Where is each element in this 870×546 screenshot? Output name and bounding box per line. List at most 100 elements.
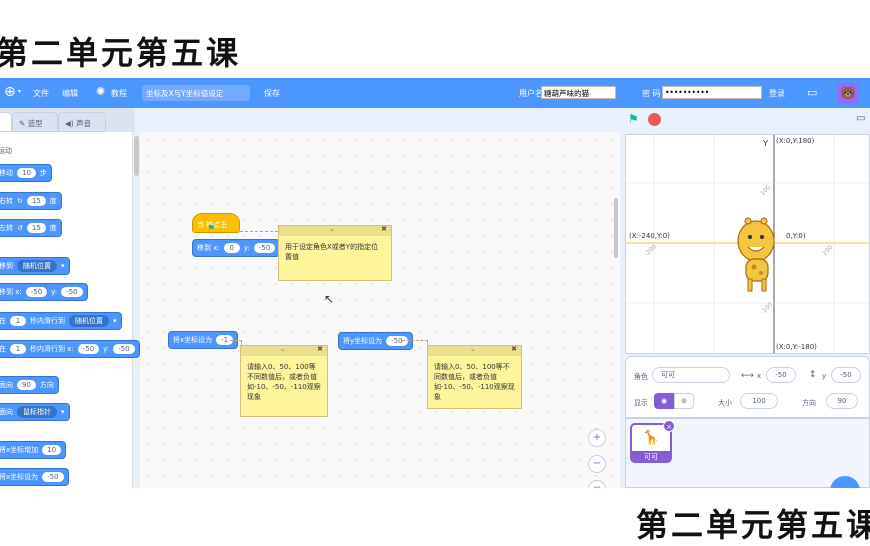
login-button[interactable]: 登录 (769, 88, 785, 99)
zoom-out-button[interactable]: − (588, 455, 606, 473)
direction-field[interactable]: 90 (826, 393, 858, 409)
block-text: 将x坐标增加 (0, 446, 39, 454)
stage[interactable]: (X:0,Y:180) Y (X:-240,Y:0) 0,Y:0) (X:0,Y… (625, 134, 870, 354)
set-x-block[interactable]: 将x坐标设为 -1 (168, 331, 239, 349)
block-text: 移到 x: (197, 244, 220, 252)
block-input[interactable]: -50 (61, 287, 83, 297)
rotate-left-icon: ↺ (17, 224, 23, 232)
block-text: 秒内滑行到 (30, 317, 65, 325)
goto-xy-block[interactable]: 移到 x: 0 y: -50 (192, 239, 281, 257)
menu-tutorial[interactable]: 教程 (111, 88, 127, 99)
size-field[interactable]: 100 (740, 393, 778, 409)
close-icon[interactable]: ✖ (381, 225, 387, 233)
stage-bottom-label: (X:0,Y:-180) (776, 343, 817, 351)
x-position-field[interactable]: -50 (766, 367, 796, 383)
stop-icon[interactable] (648, 113, 661, 126)
show-hidden-toggle[interactable]: ⊘ (674, 393, 694, 409)
menu-edit[interactable]: 编辑 (62, 88, 78, 99)
tab-code[interactable] (0, 112, 12, 132)
stage-left-label: (X:-240,Y:0) (629, 232, 670, 240)
mouse-cursor-icon: ↖ (324, 292, 335, 306)
block-input[interactable]: 0 (223, 243, 240, 253)
tab-sounds[interactable]: ◀) 声音 (58, 112, 106, 132)
block-input[interactable]: 10 (42, 445, 62, 455)
comment-note[interactable]: ⌄ ✖ 请输入0、50、100等不同数值后，或者负值如-10、-50、-110观察… (427, 345, 522, 409)
zoom-in-button[interactable]: + (588, 429, 606, 447)
block-input[interactable]: 10 (17, 168, 36, 178)
chevron-down-icon[interactable]: ⌄ (329, 225, 335, 233)
block-input[interactable]: -50 (113, 344, 135, 354)
sprite-name-field[interactable]: 可可 (652, 367, 730, 383)
note-header: ⌄ ✖ (279, 225, 391, 236)
palette-scrollbar[interactable] (134, 136, 139, 176)
palette-block-goto-xy[interactable]: 移到 x: -50 y: -50 (0, 283, 88, 301)
y-position-field[interactable]: -50 (831, 367, 861, 383)
when-flag-clicked-block[interactable]: 当 被点击 (192, 213, 240, 233)
folder-icon[interactable]: ▭ (807, 86, 817, 99)
tab-costumes[interactable]: ✎ 造型 (12, 112, 58, 132)
palette-block-goto[interactable]: 移到 随机位置 ▾ (0, 257, 70, 275)
block-text: 将x坐标设为 (173, 336, 213, 344)
palette-block-point-towards[interactable]: 面向 鼠标指针 ▾ (0, 403, 70, 421)
palette-block-glide-xy[interactable]: 在 1 秒内滑行到 x: -50 y: -50 (0, 340, 140, 358)
green-flag-icon[interactable]: ⚑ (628, 112, 639, 126)
y-label: y (822, 372, 827, 380)
delete-sprite-icon[interactable]: × (663, 420, 675, 432)
small-stage-icon[interactable]: ▭ (856, 113, 865, 124)
giraffe-eye (760, 235, 764, 239)
brush-icon: ✎ (19, 119, 26, 128)
palette-block-set-x[interactable]: 将x坐标设为 -50 (0, 468, 69, 486)
save-button[interactable]: 保存 (264, 88, 280, 99)
avatar[interactable]: 🐻 (838, 83, 858, 103)
palette-block-change-x[interactable]: 将x坐标增加 10 (0, 441, 67, 459)
note-text: 请输入0、50、100等不同数值后，或者负值如-10、-50、-110观察现象 (247, 363, 321, 401)
project-title-input[interactable]: 坐标及X与Y坐标值设定 (142, 85, 250, 101)
block-input[interactable]: -50 (253, 243, 276, 253)
show-visible-toggle[interactable]: ◉ (654, 393, 674, 409)
password-field[interactable]: •••••••••• (662, 86, 762, 99)
block-input[interactable]: 15 (26, 196, 46, 206)
palette-block-turn-right[interactable]: 右转 ↻ 15 度 (0, 192, 62, 210)
sprite-thumbnail[interactable]: 🦒 可可 × (630, 420, 675, 463)
block-palette: 运动 移动 10 步 右转 ↻ 15 度 左转 ↺ 15 度 移到 随机位置 ▾ 移到 x: -50 y… (0, 132, 140, 488)
block-dropdown[interactable]: 鼠标指针 (17, 406, 57, 418)
username-label: 用户名 (519, 89, 543, 98)
block-input[interactable]: 1 (10, 344, 26, 354)
giraffe-body (745, 258, 769, 282)
palette-block-glide-to[interactable]: 在 1 秒内滑行到 随机位置 ▾ (0, 312, 122, 330)
block-text: 将y坐标设为 (343, 337, 383, 345)
globe-icon[interactable]: ⊕ (4, 84, 16, 100)
rotate-right-icon: ↻ (17, 197, 23, 205)
chevron-down-icon[interactable]: ⌄ (470, 345, 476, 353)
code-workspace[interactable] (140, 132, 620, 488)
chevron-down-icon: ▾ (61, 262, 65, 270)
block-dropdown[interactable]: 随机位置 (69, 315, 109, 327)
block-input[interactable]: 90 (17, 380, 36, 390)
menu-file[interactable]: 文件 (33, 88, 49, 99)
block-input[interactable]: 15 (26, 223, 46, 233)
block-input[interactable]: -50 (42, 472, 64, 482)
block-text: 在 (0, 317, 6, 325)
giraffe-head (737, 220, 775, 262)
password-label: 密 码 (642, 89, 661, 98)
palette-block-turn-left[interactable]: 左转 ↺ 15 度 (0, 219, 62, 237)
giraffe-spot (751, 264, 757, 270)
giraffe-sprite[interactable] (726, 213, 786, 295)
menu-bar: ⊕ ▾ 文件 编辑 ✺ 教程 坐标及X与Y坐标值设定 保存 用户名 糖葫芦味的猫… (0, 78, 870, 108)
palette-block-point-direction[interactable]: 面向 90 方向 (0, 376, 59, 394)
username-field[interactable]: 糖葫芦味的猫 (541, 86, 616, 99)
block-input[interactable]: 1 (10, 316, 26, 326)
block-text: 面向 (0, 381, 13, 389)
chevron-down-icon[interactable]: ⌄ (280, 345, 286, 353)
workspace-scrollbar[interactable] (614, 198, 618, 258)
block-dropdown[interactable]: 随机位置 (17, 260, 57, 272)
close-icon[interactable]: ✖ (317, 345, 323, 353)
palette-block-move[interactable]: 移动 10 步 (0, 164, 52, 182)
close-icon[interactable]: ✖ (511, 345, 517, 353)
comment-note[interactable]: ⌄ ✖ 请输入0、50、100等不同数值后，或者负值如-10、-50、-110观察… (240, 345, 328, 417)
equals-icon: = (593, 483, 601, 488)
comment-note[interactable]: ⌄ ✖ 用于设定角色X或者Y的指定位置值 (278, 225, 392, 281)
block-input[interactable]: -50 (77, 344, 100, 354)
green-flag-icon: ⚑ (207, 224, 216, 234)
block-input[interactable]: -50 (25, 287, 48, 297)
